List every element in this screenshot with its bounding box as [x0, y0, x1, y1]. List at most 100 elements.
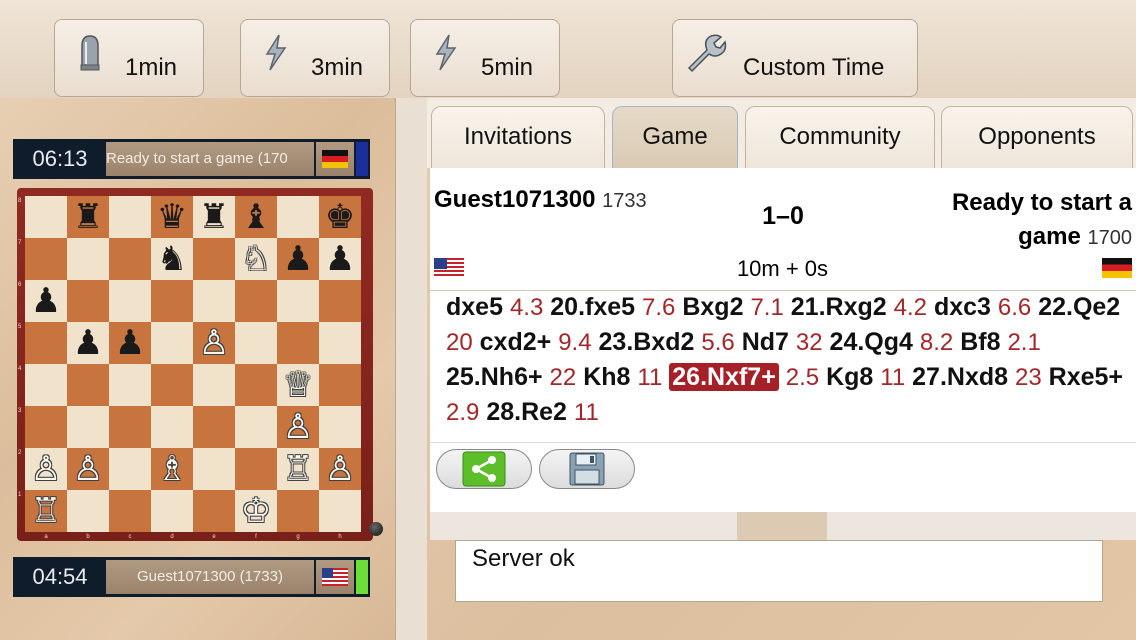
black-piece[interactable]: ♜	[67, 196, 109, 238]
move[interactable]: 21.Rxg2	[791, 293, 887, 321]
black-piece[interactable]: ♟	[319, 238, 361, 280]
board-square-g7[interactable]: ♟	[277, 238, 319, 280]
white-piece[interactable]: ♙	[67, 448, 109, 490]
board-square-h1[interactable]	[319, 490, 361, 532]
move[interactable]: 27.Nxd8	[912, 363, 1008, 391]
board-square-b4[interactable]	[67, 364, 109, 406]
tab-community[interactable]: Community	[745, 106, 935, 168]
share-button[interactable]	[436, 449, 532, 489]
board-square-c5[interactable]: ♟	[109, 322, 151, 364]
board-square-a4[interactable]	[25, 364, 67, 406]
board-square-f6[interactable]	[235, 280, 277, 322]
board-square-b3[interactable]	[67, 406, 109, 448]
board-square-c7[interactable]	[109, 238, 151, 280]
board-square-d8[interactable]: ♛	[151, 196, 193, 238]
black-piece[interactable]: ♛	[151, 196, 193, 238]
board-square-e8[interactable]: ♜	[193, 196, 235, 238]
board-square-d3[interactable]	[151, 406, 193, 448]
board-square-h4[interactable]	[319, 364, 361, 406]
white-piece[interactable]: ♙	[277, 406, 319, 448]
board-square-d2[interactable]: ♗	[151, 448, 193, 490]
one-minute-button[interactable]: 1min	[54, 19, 204, 97]
move[interactable]: 25.Nh6+	[446, 363, 543, 391]
move[interactable]: Bf8	[960, 328, 1000, 356]
board-square-g3[interactable]: ♙	[277, 406, 319, 448]
board-square-f1[interactable]: ♔	[235, 490, 277, 532]
board-square-g4[interactable]: ♕	[277, 364, 319, 406]
board-square-b5[interactable]: ♟	[67, 322, 109, 364]
move[interactable]: Kh8	[583, 363, 630, 391]
board-square-e2[interactable]	[193, 448, 235, 490]
black-piece[interactable]: ♜	[193, 196, 235, 238]
board-square-a2[interactable]: ♙	[25, 448, 67, 490]
move[interactable]: Bxg2	[682, 293, 743, 321]
move[interactable]: 20.fxe5	[550, 293, 635, 321]
move[interactable]: Kg8	[826, 363, 873, 391]
board-square-a8[interactable]	[25, 196, 67, 238]
board-square-b6[interactable]	[67, 280, 109, 322]
board-square-e1[interactable]	[193, 490, 235, 532]
board-square-h2[interactable]: ♙	[319, 448, 361, 490]
board-square-d7[interactable]: ♞	[151, 238, 193, 280]
move[interactable]: 28.Re2	[486, 398, 567, 426]
board-square-a3[interactable]	[25, 406, 67, 448]
board-square-g8[interactable]	[277, 196, 319, 238]
board-square-b2[interactable]: ♙	[67, 448, 109, 490]
board-square-c6[interactable]	[109, 280, 151, 322]
board-square-g2[interactable]: ♖	[277, 448, 319, 490]
save-button[interactable]	[539, 449, 635, 489]
board-square-a7[interactable]	[25, 238, 67, 280]
board-square-g1[interactable]	[277, 490, 319, 532]
white-piece[interactable]: ♘	[235, 238, 277, 280]
black-piece[interactable]: ♟	[67, 322, 109, 364]
move[interactable]: Rxe5+	[1049, 363, 1123, 391]
board-square-g6[interactable]	[277, 280, 319, 322]
black-piece[interactable]: ♟	[109, 322, 151, 364]
board-square-d4[interactable]	[151, 364, 193, 406]
black-piece[interactable]: ♚	[319, 196, 361, 238]
white-piece[interactable]: ♖	[277, 448, 319, 490]
tab-game[interactable]: Game	[612, 106, 738, 168]
board-square-h5[interactable]	[319, 322, 361, 364]
custom-time-button[interactable]: Custom Time	[672, 19, 918, 97]
board-square-f8[interactable]: ♝	[235, 196, 277, 238]
five-minute-button[interactable]: 5min	[410, 19, 560, 97]
current-move[interactable]: 26.Nxf7+	[669, 363, 779, 391]
chess-board[interactable]: ♜ ♛ ♜ ♝ ♚ ♞ ♘ ♟ ♟ ♟ ♟ ♟ ♙ ♕ ♙ ♙ ♙ ♗ ♖ ♙ ♖ ♔	[25, 196, 361, 532]
black-piece[interactable]: ♞	[151, 238, 193, 280]
board-square-h7[interactable]: ♟	[319, 238, 361, 280]
move[interactable]: 24.Qg4	[830, 328, 913, 356]
board-square-c3[interactable]	[109, 406, 151, 448]
white-piece[interactable]: ♔	[235, 490, 277, 532]
white-piece[interactable]: ♙	[25, 448, 67, 490]
board-square-h3[interactable]	[319, 406, 361, 448]
board-square-d6[interactable]	[151, 280, 193, 322]
move-list[interactable]: dxe5 4.3 20.fxe5 7.6 Bxg2 7.1 21.Rxg2 4.…	[446, 290, 1136, 440]
board-square-d5[interactable]	[151, 322, 193, 364]
board-square-f3[interactable]	[235, 406, 277, 448]
black-piece[interactable]: ♟	[25, 280, 67, 322]
board-square-b8[interactable]: ♜	[67, 196, 109, 238]
board-square-f5[interactable]	[235, 322, 277, 364]
board-square-e6[interactable]	[193, 280, 235, 322]
move[interactable]: dxe5	[446, 293, 503, 321]
tab-opponents[interactable]: Opponents	[941, 106, 1133, 168]
board-square-f2[interactable]	[235, 448, 277, 490]
white-piece[interactable]: ♕	[277, 364, 319, 406]
scrollbar-thumb[interactable]	[737, 512, 827, 540]
board-square-e3[interactable]	[193, 406, 235, 448]
black-piece[interactable]: ♝	[235, 196, 277, 238]
move[interactable]: 22.Qe2	[1038, 293, 1120, 321]
board-square-a5[interactable]	[25, 322, 67, 364]
black-piece[interactable]: ♟	[277, 238, 319, 280]
board-square-h6[interactable]	[319, 280, 361, 322]
board-square-g5[interactable]	[277, 322, 319, 364]
three-minute-button[interactable]: 3min	[240, 19, 390, 97]
move[interactable]: dxc3	[934, 293, 991, 321]
white-piece[interactable]: ♙	[193, 322, 235, 364]
board-square-d1[interactable]	[151, 490, 193, 532]
white-piece[interactable]: ♖	[25, 490, 67, 532]
board-square-e7[interactable]	[193, 238, 235, 280]
board-square-b7[interactable]	[67, 238, 109, 280]
board-square-c4[interactable]	[109, 364, 151, 406]
